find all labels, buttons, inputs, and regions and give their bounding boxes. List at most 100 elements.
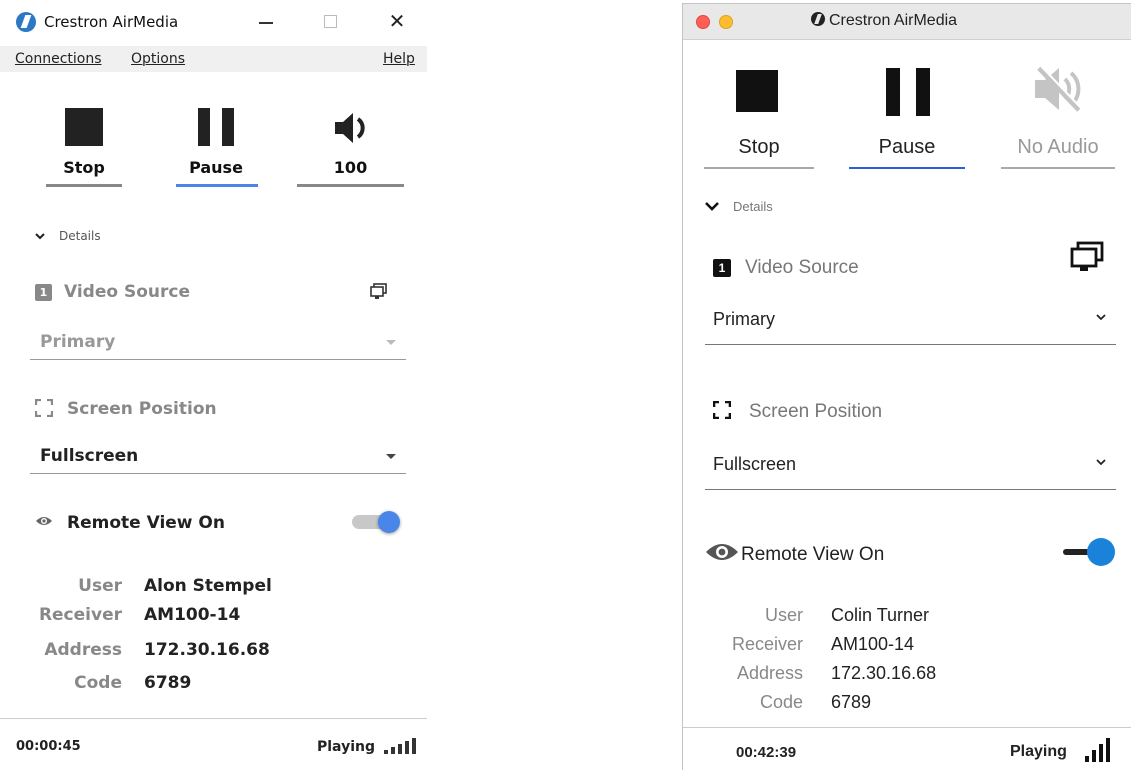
toggle-knob bbox=[1087, 538, 1115, 566]
info-key-user: User bbox=[78, 576, 122, 596]
eye-icon bbox=[706, 544, 738, 560]
elapsed-time: 00:42:39 bbox=[736, 744, 797, 761]
speaker-muted-icon bbox=[1035, 65, 1082, 112]
mac-airmedia-window: Crestron AirMedia Stop Pause No Audio De… bbox=[682, 3, 1131, 770]
monitor-icon[interactable] bbox=[370, 282, 388, 300]
elapsed-time: 00:00:45 bbox=[16, 739, 81, 754]
menu-help[interactable]: Help bbox=[383, 51, 415, 67]
details-label: Details bbox=[733, 199, 773, 214]
info-value-user: Colin Turner bbox=[831, 605, 930, 625]
pause-underline bbox=[849, 167, 965, 169]
details-toggle[interactable]: Details bbox=[705, 199, 773, 214]
stop-underline bbox=[46, 184, 122, 187]
pause-underline bbox=[176, 184, 258, 187]
title-bar[interactable]: Crestron AirMedia ✕ bbox=[0, 0, 427, 44]
pause-label: Pause bbox=[878, 136, 936, 158]
pause-icon bbox=[886, 68, 930, 116]
windows-airmedia-window: Crestron AirMedia ✕ Connections Options … bbox=[0, 0, 427, 770]
menu-options[interactable]: Options bbox=[131, 51, 185, 67]
screen-position-heading: Screen Position bbox=[713, 401, 882, 423]
stop-icon bbox=[736, 70, 778, 112]
stop-button[interactable]: Stop bbox=[704, 64, 814, 172]
pause-button[interactable]: Pause bbox=[849, 64, 965, 172]
info-value-code: 6789 bbox=[144, 673, 192, 693]
minimize-button[interactable] bbox=[254, 10, 278, 34]
screen-position-select[interactable]: Fullscreen bbox=[705, 444, 1116, 490]
screen-position-value: Fullscreen bbox=[713, 454, 797, 474]
screen-position-select[interactable]: Fullscreen bbox=[30, 440, 406, 474]
remote-view-label-row: Remote View On bbox=[705, 540, 884, 566]
details-toggle[interactable]: Details bbox=[35, 229, 101, 243]
signal-strength-icon bbox=[384, 738, 416, 754]
title-bar[interactable]: Crestron AirMedia bbox=[683, 4, 1131, 40]
stop-label: Stop bbox=[738, 136, 780, 158]
video-source-heading: 1 Video Source bbox=[713, 257, 859, 279]
info-value-address: 172.30.16.68 bbox=[144, 640, 270, 660]
monitor-icon[interactable] bbox=[1069, 240, 1105, 274]
fullscreen-icon bbox=[35, 399, 53, 417]
remote-view-label: Remote View On bbox=[741, 544, 885, 565]
remote-view-label: Remote View On bbox=[67, 513, 225, 533]
volume-button[interactable]: 100 bbox=[297, 108, 404, 190]
menu-connections[interactable]: Connections bbox=[15, 51, 102, 67]
no-audio-button[interactable]: No Audio bbox=[1001, 64, 1115, 172]
screen-position-heading: Screen Position bbox=[35, 399, 217, 419]
close-button[interactable] bbox=[696, 15, 710, 29]
video-source-select[interactable]: Primary bbox=[30, 326, 406, 360]
window-title-text: Crestron AirMedia bbox=[829, 12, 958, 29]
stop-icon bbox=[65, 108, 103, 146]
screen-position-label: Screen Position bbox=[749, 401, 883, 422]
info-value-user: Alon Stempel bbox=[144, 576, 272, 596]
stop-label: Stop bbox=[63, 158, 105, 177]
info-key-receiver: Receiver bbox=[38, 605, 122, 625]
no-audio-label: No Audio bbox=[1017, 136, 1099, 158]
footer-divider bbox=[0, 718, 427, 719]
video-source-value: Primary bbox=[713, 309, 775, 329]
info-value-code: 6789 bbox=[831, 692, 872, 712]
info-key-receiver: Receiver bbox=[731, 634, 803, 654]
screen-position-label: Screen Position bbox=[67, 399, 217, 419]
stop-underline bbox=[704, 167, 814, 169]
stop-button[interactable]: Stop bbox=[46, 108, 124, 190]
video-source-select[interactable]: Primary bbox=[705, 299, 1116, 345]
maximize-button[interactable] bbox=[318, 10, 342, 34]
toggle-knob bbox=[378, 511, 400, 533]
info-key-user: User bbox=[764, 605, 803, 625]
speaker-icon bbox=[335, 113, 365, 143]
pause-label: Pause bbox=[189, 158, 243, 177]
menu-bar: Connections Options Help bbox=[0, 46, 427, 72]
dropdown-arrow-icon bbox=[386, 340, 396, 345]
pause-button[interactable]: Pause bbox=[176, 108, 258, 190]
no-audio-underline bbox=[1001, 167, 1115, 169]
chevron-down-icon bbox=[705, 202, 719, 211]
info-key-code: Code bbox=[74, 673, 122, 693]
pause-icon bbox=[198, 108, 234, 146]
status-text: Playing bbox=[1010, 743, 1067, 760]
remote-view-toggle[interactable] bbox=[1061, 537, 1119, 567]
signal-strength-icon bbox=[1085, 738, 1110, 762]
info-key-code: Code bbox=[759, 692, 803, 712]
fullscreen-icon bbox=[713, 401, 731, 419]
status-text: Playing bbox=[317, 739, 375, 755]
volume-label: 100 bbox=[333, 158, 368, 177]
info-value-receiver: AM100-14 bbox=[144, 605, 241, 625]
remote-view-toggle[interactable] bbox=[350, 510, 402, 534]
video-source-label: Video Source bbox=[64, 282, 190, 302]
window-title: Crestron AirMedia bbox=[44, 13, 179, 31]
close-button[interactable]: ✕ bbox=[385, 10, 409, 34]
eye-icon bbox=[36, 517, 52, 525]
video-source-value: Primary bbox=[40, 332, 116, 352]
crestron-logo-icon bbox=[811, 12, 825, 26]
minimize-button[interactable] bbox=[719, 15, 733, 29]
volume-underline bbox=[297, 184, 404, 187]
video-source-heading: 1 Video Source bbox=[35, 282, 190, 302]
status-footer: 00:42:39 Playing bbox=[683, 727, 1131, 770]
video-source-number-badge: 1 bbox=[35, 284, 52, 301]
video-source-number-badge: 1 bbox=[713, 259, 731, 277]
video-source-label: Video Source bbox=[745, 257, 859, 278]
chevron-down-icon bbox=[1096, 459, 1106, 466]
window-title: Crestron AirMedia bbox=[811, 12, 957, 30]
info-key-address: Address bbox=[44, 640, 122, 660]
remote-view-label-row: Remote View On bbox=[35, 513, 225, 533]
info-key-address: Address bbox=[736, 663, 803, 683]
